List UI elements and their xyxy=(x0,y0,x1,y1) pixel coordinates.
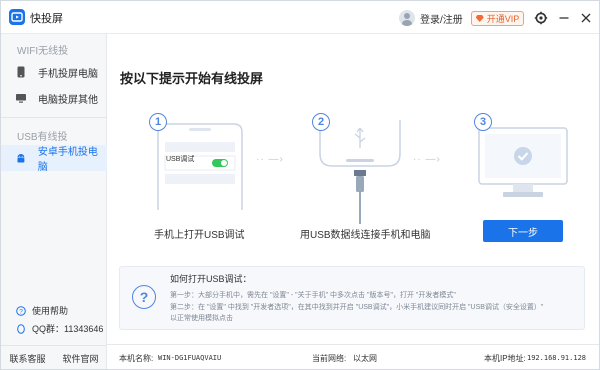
diamond-icon xyxy=(475,15,484,22)
arrow-right-icon: ·· —› xyxy=(256,154,284,165)
main-panel: 按以下提示开始有线投屏 USB调试 1 ·· —› 2 ·· —› 3 手机上打… xyxy=(107,34,599,344)
official-website-link[interactable]: 软件官网 xyxy=(54,352,107,365)
login-label: 登录/注册 xyxy=(420,14,463,26)
phone-icon xyxy=(17,66,25,78)
ip-value: 192.168.91.128 xyxy=(527,354,587,362)
arrow-right-icon: ·· —› xyxy=(413,154,441,165)
help-title: 如何打开USB调试： xyxy=(170,274,252,284)
ip-label: 本机IP地址: xyxy=(484,354,526,363)
step-2-badge: 2 xyxy=(312,113,330,131)
vip-label: 开通VIP xyxy=(486,14,520,24)
close-icon[interactable] xyxy=(579,11,593,25)
usb-debug-toggle-label: USB调试 xyxy=(166,156,195,163)
contact-support-link[interactable]: 联系客服 xyxy=(1,352,54,365)
machine-name-label: 本机名称: xyxy=(119,354,154,363)
help-label: 使用帮助 xyxy=(32,306,69,316)
step-3-badge: 3 xyxy=(474,113,492,131)
wifi-section-title: WIFI无线投 xyxy=(17,46,69,57)
network-value: 以太网 xyxy=(353,354,377,363)
qq-icon xyxy=(17,323,25,334)
step-1-badge: 1 xyxy=(149,113,167,131)
sidebar: WIFI无线投 手机投屏电脑 电脑投屏其他 USB有线投 安卓手机投电脑 ? 使… xyxy=(1,34,107,369)
vip-button[interactable]: 开通VIP xyxy=(471,11,524,26)
sidebar-divider xyxy=(1,117,107,118)
settings-icon[interactable] xyxy=(534,11,548,25)
question-icon: ? xyxy=(132,285,156,309)
help-link[interactable]: ? 使用帮助 xyxy=(16,304,68,317)
usb-cable-illustration xyxy=(319,120,401,224)
android-icon xyxy=(17,154,25,163)
sidebar-footer: 联系客服 软件官网 xyxy=(1,345,107,369)
sidebar-item-label: 电脑投屏其他 xyxy=(38,94,98,106)
login-button[interactable]: 登录/注册 xyxy=(399,10,463,26)
minimize-icon[interactable] xyxy=(557,11,571,25)
help-step-3: 以正常使用模拟点击 xyxy=(170,315,233,322)
network-label: 当前网络: xyxy=(312,354,347,363)
sidebar-item-phone-to-pc[interactable]: 手机投屏电脑 xyxy=(1,59,107,85)
phone-toggle-illustration xyxy=(157,123,243,210)
app-logo-icon xyxy=(9,9,25,25)
app-window: 快投屏 登录/注册 开通VIP WIFI无线投 手机投屏电脑 电脑投屏其他 US… xyxy=(0,0,600,370)
status-bar: 本机名称: WIN-DG1FUAQVAIU 当前网络: 以太网 本机IP地址: … xyxy=(107,344,599,369)
sidebar-item-label: 手机投屏电脑 xyxy=(38,68,98,80)
sidebar-item-label: 安卓手机投电脑 xyxy=(37,147,98,173)
next-step-button[interactable]: 下一步 xyxy=(483,220,563,242)
monitor-icon xyxy=(16,94,26,103)
qq-group: QQ群：11343646 xyxy=(16,322,103,335)
sidebar-item-pc-to-other[interactable]: 电脑投屏其他 xyxy=(1,85,107,111)
page-title: 按以下提示开始有线投屏 xyxy=(120,71,264,86)
step-1-label: 手机上打开USB调试 xyxy=(154,230,245,241)
monitor-check-illustration xyxy=(478,127,568,197)
app-title: 快投屏 xyxy=(30,13,63,25)
help-step-1: 第一步：大部分手机中，需先在 "设置" - "关于手机" 中多次点击 "版本号"… xyxy=(170,292,456,299)
avatar-icon xyxy=(399,10,415,26)
usb-debug-help-box: ? 如何打开USB调试： 第一步：大部分手机中，需先在 "设置" - "关于手机… xyxy=(119,266,585,330)
machine-name-value: WIN-DG1FUAQVAIU xyxy=(158,354,222,362)
help-circle-icon: ? xyxy=(16,305,26,316)
usb-section-title: USB有线投 xyxy=(17,132,68,143)
svg-text:?: ? xyxy=(19,308,23,315)
sidebar-item-android-to-pc[interactable]: 安卓手机投电脑 xyxy=(1,145,107,173)
step-2-label: 用USB数据线连接手机和电脑 xyxy=(300,230,431,241)
help-step-2: 第二步：在 "设置" 中找到 "开发者选项"，在其中找到并开启 "USB调试"，… xyxy=(170,304,544,311)
title-bar: 快投屏 登录/注册 开通VIP xyxy=(1,1,599,34)
qq-label: QQ群：11343646 xyxy=(32,324,104,334)
